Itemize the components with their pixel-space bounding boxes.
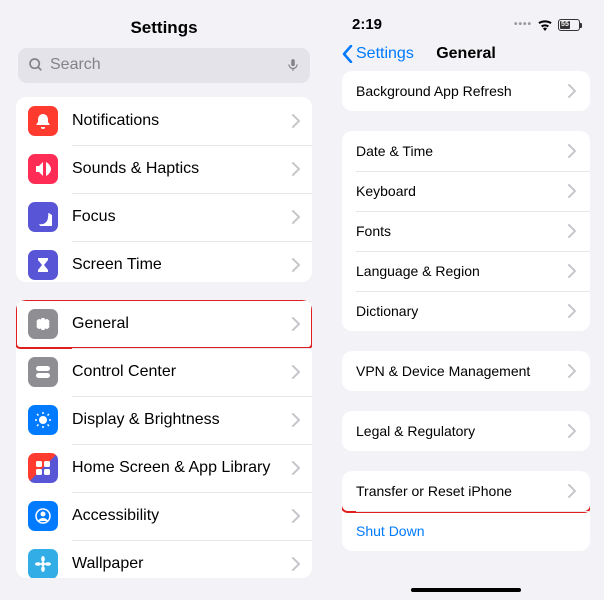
row-label: Notifications	[72, 112, 292, 130]
row-label: Shut Down	[356, 523, 576, 539]
settings-row-general[interactable]: General	[16, 300, 312, 348]
row-label: Date & Time	[356, 143, 568, 159]
settings-row-control-center[interactable]: Control Center	[16, 348, 312, 396]
settings-group-1: Notifications Sounds & Haptics Focus Screen…	[16, 97, 312, 282]
chevron-right-icon	[292, 317, 300, 331]
general-row-transfer-or-reset-iphone[interactable]: Transfer or Reset iPhone	[342, 471, 590, 511]
hourglass-icon	[28, 250, 58, 280]
status-icons: •••• 55	[514, 19, 580, 31]
chevron-right-icon	[568, 424, 576, 438]
bell-icon	[28, 106, 58, 136]
row-label: Legal & Regulatory	[356, 423, 568, 439]
general-row-background-app-refresh[interactable]: Background App Refresh	[342, 71, 590, 111]
general-group-2: VPN & Device Management	[342, 351, 590, 391]
settings-group-2: General Control Center Display & Brightnes…	[16, 300, 312, 578]
row-label: Transfer or Reset iPhone	[356, 483, 568, 499]
general-row-shut-down[interactable]: Shut Down	[342, 511, 590, 551]
chevron-right-icon	[292, 258, 300, 272]
row-label: Home Screen & App Library	[72, 459, 292, 477]
back-label: Settings	[356, 45, 414, 63]
general-row-language-region[interactable]: Language & Region	[342, 251, 590, 291]
status-time: 2:19	[352, 16, 382, 33]
chevron-right-icon	[568, 84, 576, 98]
chevron-right-icon	[292, 461, 300, 475]
mic-icon[interactable]	[286, 56, 300, 74]
row-label: General	[72, 315, 292, 333]
search-placeholder: Search	[50, 56, 280, 74]
row-label: Fonts	[356, 223, 568, 239]
toggles-icon	[28, 357, 58, 387]
chevron-right-icon	[568, 364, 576, 378]
speaker-icon	[28, 154, 58, 184]
settings-row-sounds-haptics[interactable]: Sounds & Haptics	[16, 145, 312, 193]
search-input[interactable]: Search	[18, 48, 310, 83]
general-group-3: Legal & Regulatory	[342, 411, 590, 451]
row-label: Language & Region	[356, 263, 568, 279]
row-label: Focus	[72, 208, 292, 226]
row-label: Keyboard	[356, 183, 568, 199]
chevron-right-icon	[568, 304, 576, 318]
battery-icon: 55	[558, 19, 580, 31]
chevron-right-icon	[292, 114, 300, 128]
settings-row-accessibility[interactable]: Accessibility	[16, 492, 312, 540]
chevron-right-icon	[568, 224, 576, 238]
row-label: Background App Refresh	[356, 83, 568, 99]
person-icon	[28, 501, 58, 531]
general-group-0: Background App Refresh	[342, 71, 590, 111]
status-bar: 2:19 •••• 55	[332, 4, 600, 37]
general-row-dictionary[interactable]: Dictionary	[342, 291, 590, 331]
general-row-keyboard[interactable]: Keyboard	[342, 171, 590, 211]
settings-row-home-screen-app-library[interactable]: Home Screen & App Library	[16, 444, 312, 492]
general-row-vpn-device-management[interactable]: VPN & Device Management	[342, 351, 590, 391]
settings-row-display-brightness[interactable]: Display & Brightness	[16, 396, 312, 444]
row-label: Accessibility	[72, 507, 292, 525]
chevron-right-icon	[568, 484, 576, 498]
gear-icon	[28, 309, 58, 339]
general-row-legal-regulatory[interactable]: Legal & Regulatory	[342, 411, 590, 451]
general-content: Background App Refresh Date & Time Keyboa…	[332, 71, 600, 582]
row-label: Dictionary	[356, 303, 568, 319]
nav-bar: Settings General	[332, 37, 600, 71]
chevron-right-icon	[568, 184, 576, 198]
row-label: VPN & Device Management	[356, 363, 568, 379]
general-group-4: Transfer or Reset iPhone Shut Down	[342, 471, 590, 551]
row-label: Screen Time	[72, 256, 292, 274]
grid-icon	[28, 453, 58, 483]
chevron-left-icon	[342, 45, 353, 63]
back-button[interactable]: Settings	[342, 45, 414, 63]
settings-row-notifications[interactable]: Notifications	[16, 97, 312, 145]
chevron-right-icon	[292, 413, 300, 427]
general-group-1: Date & Time Keyboard Fonts Language & Regio…	[342, 131, 590, 331]
chevron-right-icon	[568, 144, 576, 158]
nav-title: General	[436, 45, 496, 63]
general-row-fonts[interactable]: Fonts	[342, 211, 590, 251]
settings-root-screen: Settings Search Notifications Sounds & Ha…	[4, 4, 324, 596]
chevron-right-icon	[292, 210, 300, 224]
search-icon	[28, 57, 44, 73]
general-row-date-time[interactable]: Date & Time	[342, 131, 590, 171]
settings-row-focus[interactable]: Focus	[16, 193, 312, 241]
chevron-right-icon	[292, 509, 300, 523]
chevron-right-icon	[292, 557, 300, 571]
chevron-right-icon	[568, 264, 576, 278]
moon-icon	[28, 202, 58, 232]
wifi-icon	[537, 19, 553, 31]
chevron-right-icon	[292, 162, 300, 176]
settings-row-wallpaper[interactable]: Wallpaper	[16, 540, 312, 578]
flower-icon	[28, 549, 58, 578]
row-label: Sounds & Haptics	[72, 160, 292, 178]
general-settings-screen: 2:19 •••• 55 Settings General Background…	[332, 4, 600, 596]
row-label: Display & Brightness	[72, 411, 292, 429]
row-label: Wallpaper	[72, 555, 292, 573]
row-label: Control Center	[72, 363, 292, 381]
more-icon: ••••	[514, 19, 532, 30]
page-title: Settings	[4, 4, 324, 48]
settings-row-screen-time[interactable]: Screen Time	[16, 241, 312, 282]
chevron-right-icon	[292, 365, 300, 379]
sun-icon	[28, 405, 58, 435]
home-indicator[interactable]	[411, 588, 521, 592]
